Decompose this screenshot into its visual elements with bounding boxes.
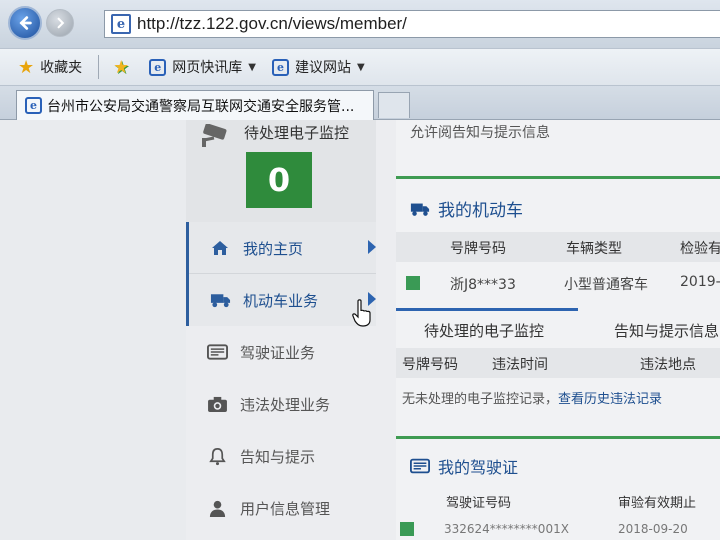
sidebar-item-label: 驾驶证业务	[240, 343, 316, 362]
active-tab-indicator	[396, 308, 578, 311]
camera-icon	[206, 393, 228, 415]
url-text: http://tzz.122.gov.cn/views/member/	[137, 14, 407, 33]
sidebar-item-violation[interactable]: 违法处理业务	[186, 378, 376, 430]
id-card-icon	[206, 341, 228, 363]
page-content: 待处理电子监控 0 我的主页 机动车业务 驾驶证业务 违法处理业务 告知与提示 …	[0, 120, 720, 540]
column-header: 违法时间	[492, 357, 548, 373]
section-title-text: 我的驾驶证	[438, 458, 519, 477]
licenses-table-header: 驾驶证号码 审验有效期止	[396, 486, 720, 516]
section-divider	[396, 436, 720, 439]
column-header: 检验有	[680, 241, 720, 257]
sidebar-item-label: 机动车业务	[243, 291, 319, 310]
surveillance-camera-icon	[202, 124, 227, 147]
table-row[interactable]: 浙J8***33 小型普通客车 2019-0	[396, 266, 720, 300]
vehicle-inspection: 2019-0	[680, 274, 720, 290]
chevron-down-icon: ▼	[248, 61, 256, 73]
license-valid-until: 2018-09-20	[618, 522, 688, 536]
add-favorite-icon: ★	[113, 56, 130, 78]
tab-title: 台州市公安局交通警察局互联网交通安全服务管...	[47, 98, 355, 115]
forward-button[interactable]	[46, 9, 74, 37]
sidebar-menu: 我的主页 机动车业务 驾驶证业务 违法处理业务 告知与提示 用户信息管理	[186, 222, 376, 534]
column-header: 违法地点	[640, 357, 696, 373]
chevron-down-icon: ▼	[356, 61, 365, 73]
sidebar-item-license[interactable]: 驾驶证业务	[186, 326, 376, 378]
sidebar-item-label: 用户信息管理	[240, 499, 331, 518]
sidebar-item-label: 告知与提示	[240, 447, 316, 466]
tab-bar: e 台州市公安局交通警察局互联网交通安全服务管...	[0, 86, 720, 120]
bell-icon	[206, 445, 228, 467]
favorites-button[interactable]: ★ 收藏夹	[18, 57, 82, 78]
new-tab-button[interactable]	[378, 92, 410, 118]
forward-arrow-icon	[57, 17, 65, 29]
pending-monitor-count[interactable]: 0	[246, 152, 312, 208]
ie-icon: e	[271, 58, 289, 76]
back-button[interactable]	[8, 6, 42, 40]
vehicle-type: 小型普通客车	[564, 277, 648, 293]
page-margin	[0, 120, 186, 540]
section-title-text: 我的机动车	[438, 201, 523, 221]
sidebar-item-notices[interactable]: 告知与提示	[186, 430, 376, 482]
sidebar-item-vehicle[interactable]: 机动车业务	[186, 274, 376, 326]
favorites-bar: ★ 收藏夹 ★ e 网页快讯库 ▼ e 建议网站 ▼	[0, 48, 720, 86]
ie-icon: e	[25, 97, 42, 114]
tab-pending-monitor[interactable]: 待处理的电子监控	[424, 320, 544, 341]
vehicle-plate: 浙J8***33	[450, 277, 516, 293]
id-card-icon	[410, 458, 430, 474]
column-header: 号牌号码	[450, 241, 506, 257]
column-header: 号牌号码	[402, 357, 458, 373]
tab-notices[interactable]: 告知与提示信息	[614, 320, 719, 341]
favorite-link-label: 网页快讯库	[172, 60, 243, 76]
browser-tab-active[interactable]: e 台州市公安局交通警察局互联网交通安全服务管...	[16, 90, 374, 120]
ie-icon: e	[149, 58, 167, 76]
column-header: 车辆类型	[566, 241, 622, 257]
sidebar-item-label: 我的主页	[243, 239, 304, 258]
hand-cursor-icon	[352, 299, 371, 327]
home-icon	[209, 237, 231, 259]
sidebar-item-label: 违法处理业务	[240, 395, 331, 414]
sidebar-item-user-info[interactable]: 用户信息管理	[186, 482, 376, 534]
chevron-right-icon	[368, 240, 376, 254]
star-icon: ★	[18, 56, 35, 78]
history-violations-link[interactable]: 查看历史违法记录	[558, 392, 662, 407]
add-favorite-button[interactable]: ★	[113, 57, 133, 78]
license-number: 332624********001X	[444, 522, 569, 536]
favorite-link-label: 建议网站	[294, 60, 351, 76]
pending-monitor-card[interactable]: 待处理电子监控 0	[186, 120, 376, 222]
column-header: 驾驶证号码	[446, 496, 512, 511]
row-select-checkbox[interactable]	[406, 276, 420, 290]
favorite-link-suggested-sites[interactable]: e 建议网站 ▼	[271, 57, 365, 77]
notice-text-partial: 允许阅告知与提示信息	[410, 125, 550, 141]
table-row[interactable]: 332624********001X 2018-09-20	[396, 516, 720, 540]
monitor-empty-message: 无未处理的电子监控记录，查看历史违法记录	[402, 388, 662, 407]
favorites-separator	[98, 55, 100, 79]
monitor-tabs: 待处理的电子监控 告知与提示信息	[396, 308, 720, 348]
main-panel: 允许阅告知与提示信息 我的机动车 号牌号码 车辆类型 检验有 浙J8***33 …	[396, 120, 720, 540]
user-icon	[206, 497, 228, 519]
back-arrow-icon	[19, 16, 32, 30]
licenses-section-title: 我的驾驶证	[410, 454, 518, 478]
monitor-table-header: 号牌号码 违法时间 违法地点	[396, 348, 720, 378]
vehicles-section-title: 我的机动车	[410, 196, 523, 221]
sidebar-item-home[interactable]: 我的主页	[186, 222, 376, 274]
favorite-link-web-slice[interactable]: e 网页快讯库 ▼	[149, 57, 256, 77]
url-field[interactable]: e http://tzz.122.gov.cn/views/member/	[104, 10, 720, 38]
page-icon: e	[111, 14, 131, 34]
empty-text: 无未处理的电子监控记录，	[402, 392, 559, 407]
truck-icon	[209, 289, 231, 311]
column-header: 审验有效期止	[618, 496, 697, 511]
pending-monitor-title: 待处理电子监控	[244, 124, 350, 142]
favorites-label: 收藏夹	[40, 60, 83, 76]
address-bar: e http://tzz.122.gov.cn/views/member/	[0, 0, 720, 48]
vehicles-table-header: 号牌号码 车辆类型 检验有	[396, 232, 720, 262]
section-divider	[396, 176, 720, 179]
row-select-checkbox[interactable]	[400, 522, 414, 536]
truck-icon	[410, 203, 430, 216]
